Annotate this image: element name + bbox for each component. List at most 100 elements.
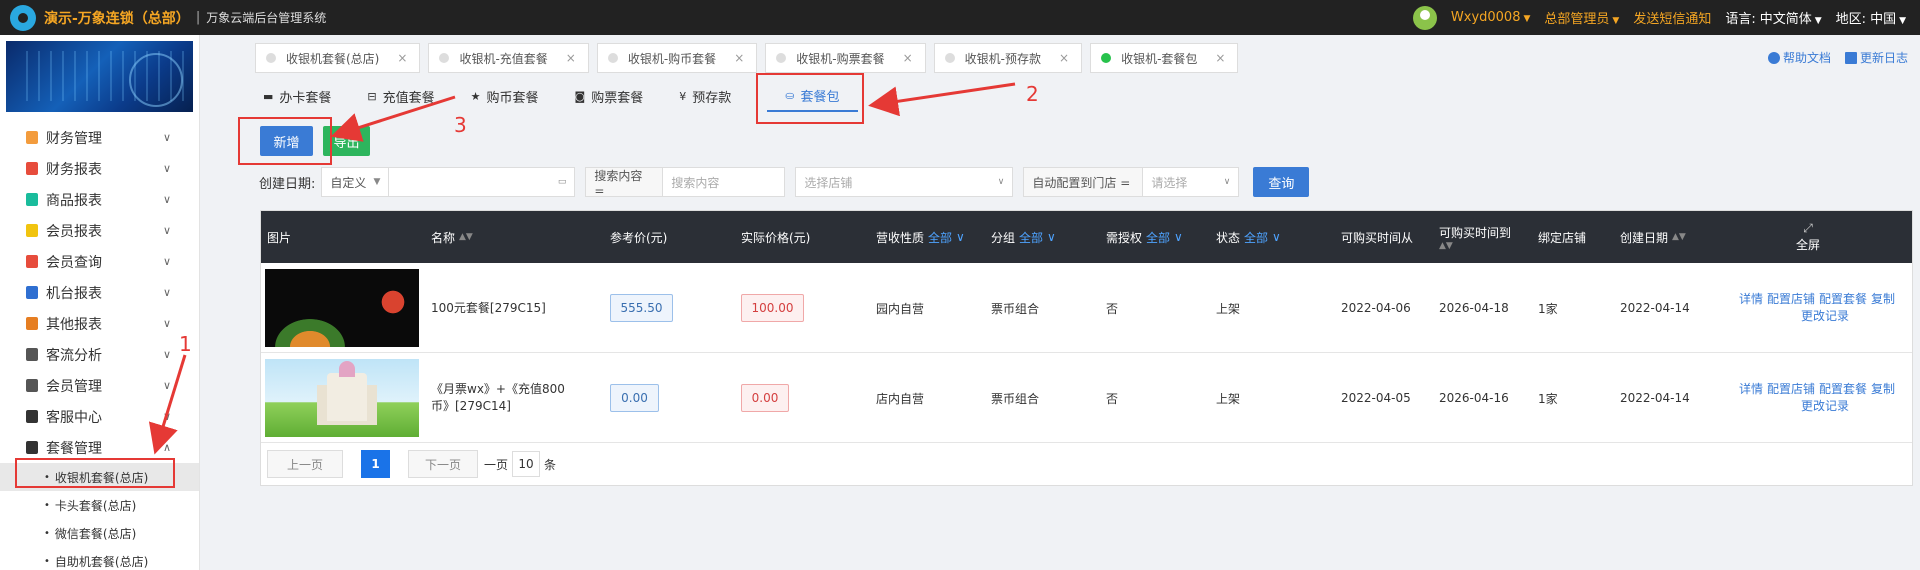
current-page[interactable]: 1 bbox=[361, 450, 390, 478]
ref-price-value[interactable]: 0.00 bbox=[610, 384, 659, 412]
ref-price-value[interactable]: 555.50 bbox=[610, 294, 673, 322]
cell-status: 上架 bbox=[1216, 353, 1240, 443]
sidebar-subitem[interactable]: • 自助机套餐(总店) bbox=[0, 547, 199, 570]
col-from: 可购买时间从 bbox=[1341, 230, 1414, 245]
sidebar: 财务管理 ∨ 财务报表 ∨ 商品报表 ∨ 会员报表 ∨ 会员查询 ∨ 机台报表 ∨ 其他报表 ∨ 客流分析 ∨… bbox=[0, 35, 200, 570]
col-created[interactable]: 创建日期 ▲▼ bbox=[1620, 211, 1686, 263]
store-select[interactable]: 选择店铺 ∨ bbox=[795, 167, 1014, 197]
brand-name[interactable]: 演示-万象连锁（总部） bbox=[44, 8, 190, 28]
page-size-input[interactable]: 10 bbox=[512, 451, 541, 477]
sidebar-subitem[interactable]: • 卡头套餐(总店) bbox=[0, 491, 199, 519]
date-range-input[interactable]: ▭ bbox=[389, 167, 576, 197]
status-dot-icon bbox=[944, 53, 955, 63]
sidebar-item[interactable]: 财务报表 ∨ bbox=[0, 153, 199, 184]
col-to[interactable]: 可购买时间到 ▲▼ bbox=[1439, 211, 1511, 263]
sidebar-item[interactable]: 财务管理 ∨ bbox=[0, 122, 199, 153]
page-tab[interactable]: 收银机-预存款 × bbox=[933, 43, 1083, 73]
close-icon[interactable]: × bbox=[1059, 51, 1069, 65]
page-tab[interactable]: 收银机-充值套餐 × bbox=[428, 43, 589, 73]
page-tab[interactable]: 收银机套餐(总店) × bbox=[255, 43, 421, 73]
query-button[interactable]: 查询 bbox=[1253, 167, 1310, 197]
sidebar-item[interactable]: 客流分析 ∨ bbox=[0, 339, 199, 370]
page-tab[interactable]: 收银机-购币套餐 × bbox=[596, 43, 758, 73]
config-package-link[interactable]: 配置套餐 bbox=[1819, 382, 1867, 396]
sidebar-subitem[interactable]: • 微信套餐(总店) bbox=[0, 519, 199, 547]
details-link[interactable]: 详情 bbox=[1739, 292, 1763, 306]
status-filter[interactable]: 全部 bbox=[1244, 229, 1268, 246]
close-icon[interactable]: × bbox=[566, 51, 576, 65]
fullscreen-toggle[interactable]: ⤢ 全屏 bbox=[1796, 211, 1820, 263]
sidebar-item[interactable]: 会员查询 ∨ bbox=[0, 246, 199, 277]
col-status[interactable]: 状态 全部 ∨ bbox=[1216, 211, 1281, 263]
revenue-type-text: 店内自营 bbox=[876, 391, 925, 406]
package-thumbnail[interactable] bbox=[265, 269, 419, 347]
subtab-label: 充值套餐 bbox=[382, 90, 435, 106]
date-mode-select[interactable]: 自定义 ▼ bbox=[321, 167, 390, 197]
change-log-link[interactable]: 更改记录 bbox=[1801, 309, 1849, 323]
sidebar-item[interactable]: 商品报表 ∨ bbox=[0, 184, 199, 215]
col-revenue-type[interactable]: 营收性质 全部 ∨ bbox=[876, 211, 965, 263]
col-stores: 绑定店铺 bbox=[1538, 230, 1587, 245]
subtab[interactable]: ¥ 预存款 bbox=[679, 82, 747, 112]
search-input[interactable]: 搜索内容 bbox=[663, 167, 786, 197]
page-tab[interactable]: 收银机-套餐包 × bbox=[1090, 43, 1239, 73]
cell-created: 2022-04-14 bbox=[1620, 263, 1690, 353]
subtab[interactable]: ▬ 办卡套餐 bbox=[263, 82, 347, 112]
subtab[interactable]: ◙ 购票套餐 bbox=[575, 82, 660, 112]
actual-price-value[interactable]: 100.00 bbox=[741, 294, 804, 322]
sidebar-item[interactable]: 机台报表 ∨ bbox=[0, 277, 199, 308]
sidebar-item[interactable]: 客服中心 ∨ bbox=[0, 401, 199, 432]
subtab[interactable]: ★ 购币套餐 bbox=[471, 82, 555, 112]
config-store-link[interactable]: 配置店铺 bbox=[1767, 382, 1815, 396]
close-icon[interactable]: × bbox=[903, 51, 913, 65]
sidebar-item[interactable]: 会员管理 ∨ bbox=[0, 370, 199, 401]
name-text: 100元套餐[279C15] bbox=[431, 300, 546, 315]
sort-icon[interactable]: ▲▼ bbox=[1439, 241, 1453, 251]
status-dot-icon bbox=[1101, 53, 1112, 63]
cell-auth: 否 bbox=[1106, 263, 1118, 353]
group-filter[interactable]: 全部 bbox=[1019, 229, 1043, 246]
page-tab[interactable]: 收银机-购票套餐 × bbox=[765, 43, 926, 73]
package-thumbnail[interactable] bbox=[265, 359, 419, 437]
auth-filter[interactable]: 全部 bbox=[1146, 229, 1170, 246]
close-icon[interactable]: × bbox=[1215, 51, 1225, 65]
auto-config-label: 自动配置到门店 = bbox=[1023, 167, 1144, 197]
col-name[interactable]: 名称 ▲▼ bbox=[431, 211, 473, 263]
details-link[interactable]: 详情 bbox=[1739, 382, 1763, 396]
copy-link[interactable]: 复制 bbox=[1871, 382, 1895, 396]
page-tab-label: 收银机套餐(总店) bbox=[286, 51, 380, 66]
sidebar-subitem-label: 自助机套餐(总店) bbox=[54, 554, 149, 569]
close-icon[interactable]: × bbox=[397, 51, 407, 65]
avatar[interactable] bbox=[1412, 5, 1437, 30]
user-menu[interactable]: Wxyd0008 ▼ bbox=[1451, 10, 1531, 25]
col-image: 图片 bbox=[267, 230, 292, 245]
col-group[interactable]: 分组 全部 ∨ bbox=[991, 211, 1056, 263]
region-select[interactable]: 中国 ▼ bbox=[1870, 8, 1906, 27]
help-docs-link[interactable]: 帮助文档 bbox=[1767, 49, 1831, 66]
config-store-link[interactable]: 配置店铺 bbox=[1767, 292, 1815, 306]
auto-config-select[interactable]: 请选择 ∨ bbox=[1143, 167, 1240, 197]
role-menu[interactable]: 总部管理员 ▼ bbox=[1544, 8, 1619, 27]
revenue-filter[interactable]: 全部 bbox=[928, 229, 952, 246]
language-select[interactable]: 中文简体 ▼ bbox=[1760, 8, 1822, 27]
send-sms-link[interactable]: 发送短信通知 bbox=[1633, 8, 1711, 27]
sort-icon[interactable]: ▲▼ bbox=[1672, 232, 1686, 242]
sort-icon[interactable]: ▲▼ bbox=[459, 232, 473, 242]
page-tab-label: 收银机-预存款 bbox=[964, 51, 1041, 66]
copy-link[interactable]: 复制 bbox=[1871, 292, 1895, 306]
changelog-link[interactable]: 更新日志 bbox=[1844, 49, 1908, 66]
change-log-link[interactable]: 更改记录 bbox=[1801, 399, 1849, 413]
region-label: 地区: bbox=[1835, 12, 1867, 27]
sidebar-item[interactable]: 会员报表 ∨ bbox=[0, 215, 199, 246]
prev-page-button[interactable]: 上一页 bbox=[267, 450, 343, 478]
subtab[interactable]: ⊟ 充值套餐 bbox=[367, 82, 450, 112]
actual-price-value[interactable]: 0.00 bbox=[741, 384, 789, 412]
package-table: 图片 名称 ▲▼ 参考价(元) 实际价格(元) 营收性质 全部 ∨ 分组 全部 ∨ 需授权… bbox=[260, 210, 1913, 486]
col-auth[interactable]: 需授权 全部 ∨ bbox=[1106, 211, 1183, 263]
sidebar-item[interactable]: 其他报表 ∨ bbox=[0, 308, 199, 339]
next-page-button[interactable]: 下一页 bbox=[408, 450, 478, 478]
close-icon[interactable]: × bbox=[734, 51, 744, 65]
chevron-down-icon: ∨ bbox=[162, 410, 171, 423]
config-package-link[interactable]: 配置套餐 bbox=[1819, 292, 1867, 306]
created-text: 2022-04-14 bbox=[1620, 301, 1690, 315]
